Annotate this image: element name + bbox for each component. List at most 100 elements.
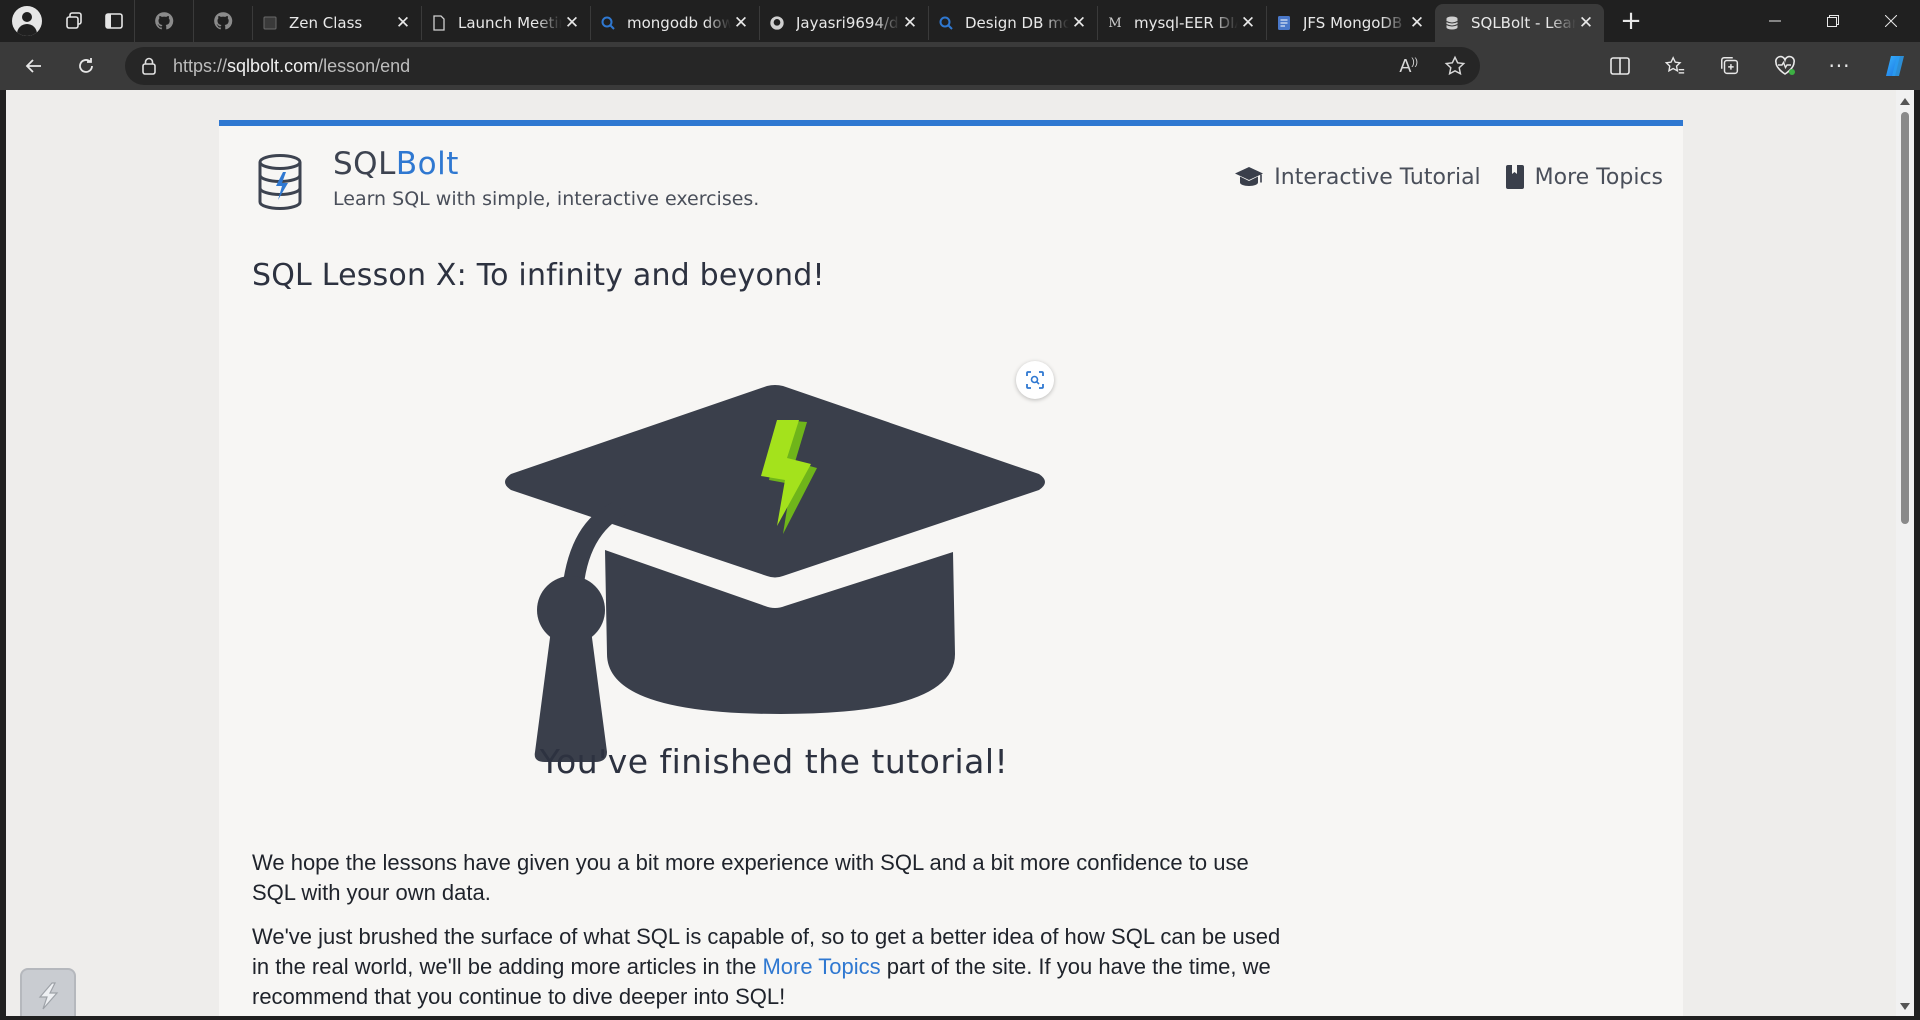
graduation-cap-icon — [1235, 167, 1264, 186]
close-icon — [1885, 15, 1897, 27]
back-arrow-icon — [25, 59, 41, 73]
lesson-title: SQL Lesson X: To infinity and beyond! — [252, 258, 825, 294]
search-icon — [937, 14, 955, 32]
tab-mysql-eer[interactable]: M mysql-EER DIAGRAM ✕ — [1097, 6, 1266, 40]
vertical-tabs-button[interactable] — [94, 0, 134, 42]
profile-button[interactable] — [0, 0, 54, 42]
pinned-tab-github-1[interactable] — [134, 0, 193, 42]
page-viewport: SQLBolt Learn SQL with simple, interacti… — [6, 90, 1896, 1016]
github-icon — [155, 12, 174, 30]
tab-title: mysql-EER DIAGRAM — [1134, 14, 1238, 32]
refresh-button[interactable] — [60, 42, 112, 90]
database-icon — [1443, 14, 1461, 32]
minimize-button[interactable] — [1746, 0, 1804, 42]
paragraph-more: We've just brushed the surface of what S… — [252, 924, 1281, 1009]
heart-pulse-icon — [1774, 55, 1795, 75]
restore-button[interactable] — [1804, 0, 1862, 42]
workspaces-icon — [66, 12, 82, 29]
window-controls — [1746, 0, 1920, 42]
visual-search-icon — [1026, 371, 1044, 389]
tab-title: Zen Class — [289, 14, 363, 32]
pinned-tab-github-2[interactable] — [193, 0, 252, 42]
workspaces-button[interactable] — [54, 0, 94, 42]
tab-zen-class[interactable]: Zen Class ✕ — [252, 6, 421, 40]
tab-title: mongodb download — [627, 14, 731, 32]
tab-github-repo[interactable]: Jayasri9694/data ✕ — [759, 6, 928, 40]
tab-jfs-mongodb[interactable]: JFS MongoDB ✕ — [1266, 6, 1435, 40]
floating-extension-button[interactable] — [20, 968, 76, 1016]
nav-more-topics[interactable]: More Topics — [1505, 164, 1663, 190]
github-icon — [768, 14, 786, 32]
copilot-button[interactable] — [1867, 42, 1920, 90]
tab-launch-meeting[interactable]: Launch Meeting ✕ — [421, 6, 590, 40]
tab-design-db-model[interactable]: Design DB model ✕ — [928, 6, 1097, 40]
top-navigation: Interactive Tutorial More Topics — [1234, 164, 1663, 190]
close-tab-icon[interactable]: ✕ — [900, 13, 920, 33]
address-bar[interactable]: https://sqlbolt.com/lesson/end A)) — [125, 47, 1480, 85]
medium-icon: M — [1108, 15, 1122, 31]
more-dots-icon: ··· — [1828, 54, 1851, 78]
profile-avatar-icon — [12, 6, 42, 36]
more-topics-link[interactable]: More Topics — [762, 954, 880, 979]
split-screen-icon — [1609, 57, 1630, 75]
tab-title: Design DB model — [965, 14, 1069, 32]
close-tab-icon[interactable]: ✕ — [562, 13, 582, 33]
site-brand[interactable]: SQLBolt — [333, 146, 459, 182]
tab-strip: Zen Class ✕ Launch Meeting ✕ mongodb dow… — [0, 0, 1920, 42]
nav-tutorial-label: Interactive Tutorial — [1274, 164, 1481, 190]
nav-topics-label: More Topics — [1534, 164, 1663, 190]
refresh-icon — [79, 58, 93, 73]
read-aloud-icon[interactable]: A)) — [1399, 56, 1418, 77]
tab-title: Launch Meeting — [458, 14, 562, 32]
close-tab-icon[interactable]: ✕ — [1069, 13, 1089, 33]
minimize-icon — [1769, 20, 1781, 22]
close-tab-icon[interactable]: ✕ — [393, 13, 413, 33]
scrollbar-thumb[interactable] — [1901, 112, 1909, 524]
close-tab-icon[interactable]: ✕ — [1238, 13, 1258, 33]
close-tab-icon[interactable]: ✕ — [1407, 13, 1427, 33]
favorites-icon — [1664, 56, 1684, 74]
collections-icon — [1720, 57, 1738, 75]
lock-icon[interactable] — [125, 57, 173, 75]
url-text: https://sqlbolt.com/lesson/end — [173, 55, 411, 76]
tab-sqlbolt[interactable]: SQLBolt - Learn ✕ — [1435, 4, 1604, 42]
tab-title: Jayasri9694/data — [796, 14, 900, 32]
favorites-button[interactable] — [1647, 42, 1702, 90]
navigation-bar: https://sqlbolt.com/lesson/end A)) ··· — [0, 42, 1920, 90]
visual-search-button[interactable] — [1016, 361, 1054, 399]
close-tab-icon[interactable]: ✕ — [1576, 13, 1596, 33]
search-icon — [599, 14, 617, 32]
split-screen-button[interactable] — [1592, 42, 1647, 90]
collections-button[interactable] — [1702, 42, 1757, 90]
tab-mongodb-download[interactable]: mongodb download ✕ — [590, 6, 759, 40]
close-tab-icon[interactable]: ✕ — [731, 13, 751, 33]
graduation-cap-illustration — [505, 385, 1045, 762]
page-scrollbar[interactable] — [1896, 90, 1914, 1016]
github-icon — [214, 12, 233, 30]
page-icon — [261, 14, 279, 32]
favorite-star-icon[interactable] — [1444, 55, 1466, 77]
restore-icon — [1827, 15, 1839, 27]
doc-icon — [1275, 14, 1293, 32]
database-bolt-icon — [258, 154, 302, 211]
paragraph-intro: We hope the lessons have given you a bit… — [252, 850, 1249, 905]
settings-more-button[interactable]: ··· — [1812, 42, 1867, 90]
tab-title: JFS MongoDB — [1303, 14, 1403, 32]
copilot-icon — [1885, 56, 1904, 76]
browser-essentials-button[interactable] — [1757, 42, 1812, 90]
book-icon — [1505, 165, 1524, 189]
scroll-up-arrow-icon[interactable] — [1900, 98, 1910, 105]
bolt-extension-icon — [38, 982, 59, 1010]
new-tab-button[interactable]: + — [1610, 0, 1652, 42]
tab-title: SQLBolt - Learn — [1471, 14, 1576, 32]
finished-message: You've finished the tutorial! — [539, 742, 1009, 781]
site-tagline: Learn SQL with simple, interactive exerc… — [333, 188, 760, 210]
scroll-down-arrow-icon[interactable] — [1900, 1003, 1910, 1010]
tab-actions-icon — [105, 13, 123, 29]
nav-interactive-tutorial[interactable]: Interactive Tutorial — [1234, 164, 1481, 190]
content-card: SQLBolt Learn SQL with simple, interacti… — [219, 120, 1683, 1016]
back-button[interactable] — [8, 42, 60, 90]
page-icon — [430, 14, 448, 32]
close-window-button[interactable] — [1862, 0, 1920, 42]
sqlbolt-logo[interactable] — [256, 154, 304, 214]
